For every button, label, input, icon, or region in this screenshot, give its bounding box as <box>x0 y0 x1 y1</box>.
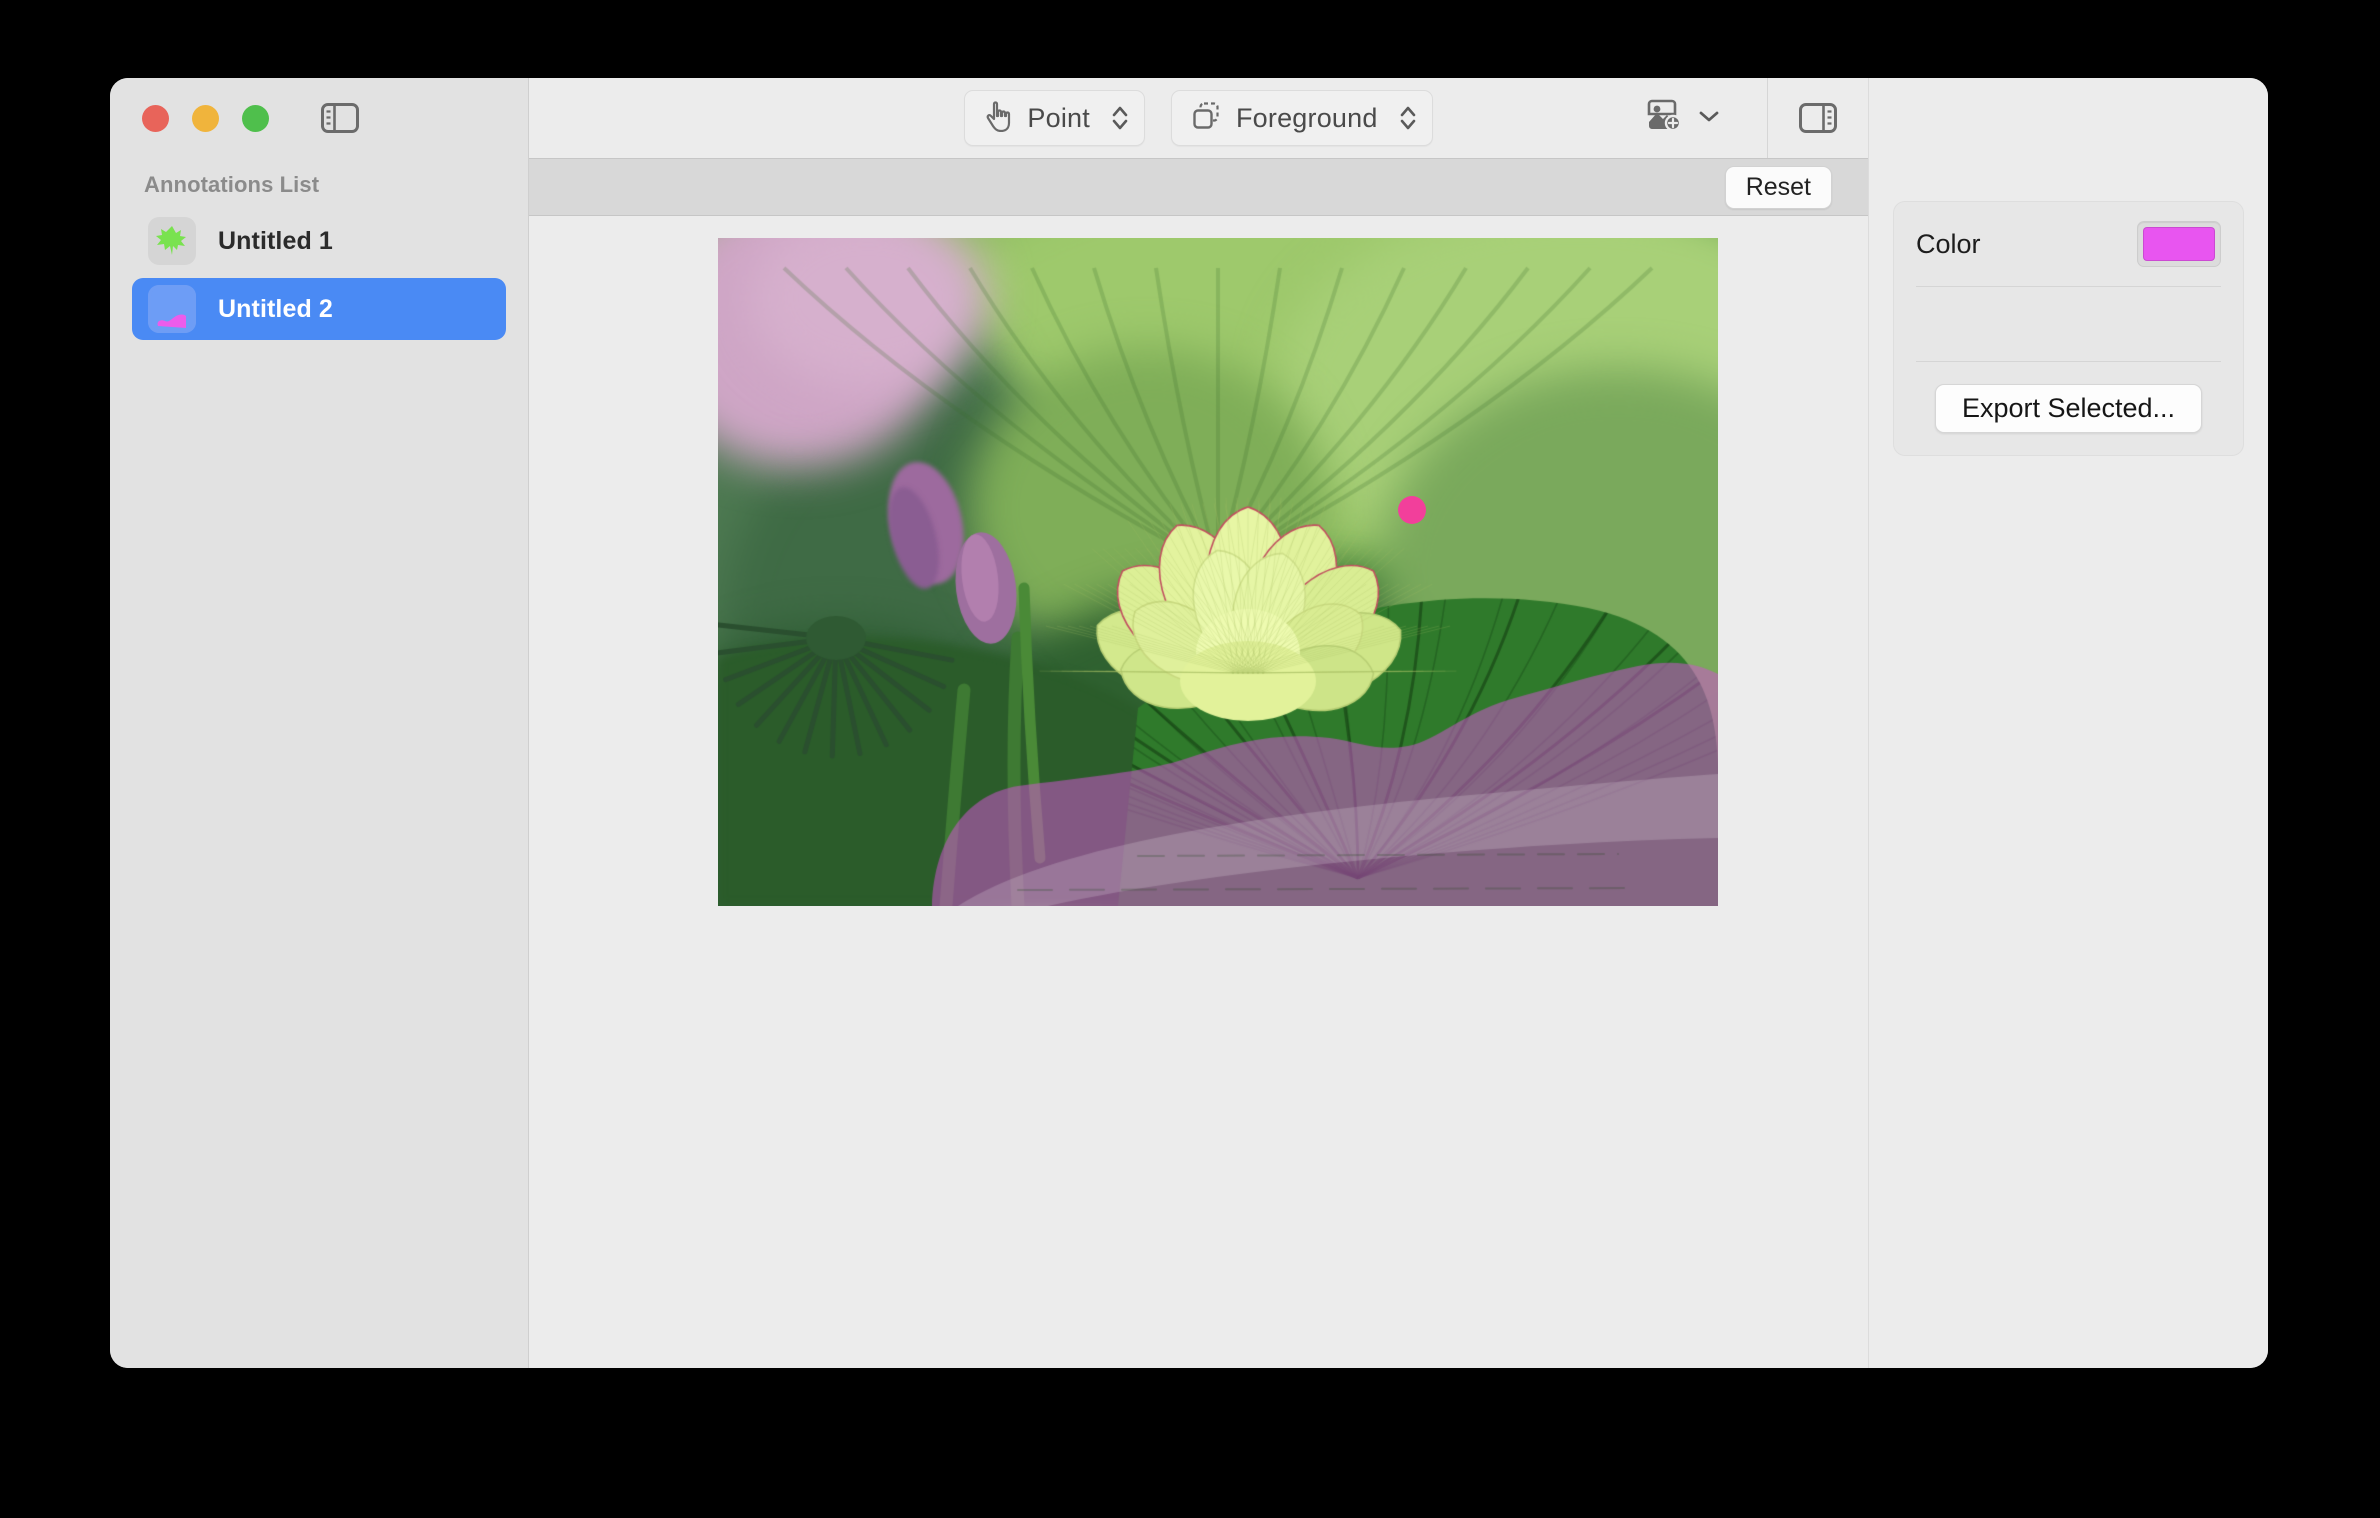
canvas-area[interactable] <box>529 216 1868 1368</box>
annotations-list-header: Annotations List <box>144 172 320 197</box>
sidebar-left-icon[interactable] <box>319 97 361 139</box>
window-titlebar <box>110 78 528 158</box>
color-row: Color <box>1916 202 2221 286</box>
app-window: Annotations List Untitled 1 Untitled 2 P… <box>110 78 2268 1368</box>
export-row: Export Selected... <box>1916 362 2221 433</box>
chevron-updown-icon <box>1398 103 1418 133</box>
photo-canvas <box>718 238 1718 906</box>
reset-button[interactable]: Reset <box>1724 165 1832 209</box>
list-item-label: Untitled 2 <box>218 294 333 323</box>
export-selected-button[interactable]: Export Selected... <box>1934 384 2203 433</box>
inspector-box: Color Export Selected... <box>1893 201 2244 456</box>
zoom-button[interactable] <box>242 104 269 132</box>
color-well[interactable] <box>2137 221 2221 267</box>
annotation-thumbnail <box>148 217 196 265</box>
annotation-thumbnail <box>148 285 196 333</box>
toolbar-right-group <box>1627 78 1868 158</box>
traffic-light-controls[interactable] <box>142 104 269 132</box>
close-button[interactable] <box>142 104 169 132</box>
inspector-spacer <box>1916 287 2221 361</box>
inspector-titlebar <box>1869 78 2268 158</box>
image-add-icon <box>1645 98 1685 139</box>
target-popup-button[interactable]: Foreground <box>1170 90 1433 146</box>
list-item[interactable]: Untitled 1 <box>132 210 506 272</box>
sidebar-right-icon[interactable] <box>1768 103 1868 133</box>
list-item-label: Untitled 1 <box>218 226 333 255</box>
main-content: Point Foreground Reset <box>529 78 1868 1368</box>
point-marker[interactable] <box>1398 496 1426 524</box>
list-item[interactable]: Untitled 2 <box>132 278 506 340</box>
minimize-button[interactable] <box>192 104 219 132</box>
chevron-updown-icon <box>1110 103 1130 133</box>
color-swatch[interactable] <box>2143 227 2215 261</box>
mode-popup-button[interactable]: Point <box>964 90 1145 146</box>
hand-point-icon <box>983 100 1013 137</box>
annotations-list: Untitled 1 Untitled 2 <box>110 206 528 340</box>
add-image-button[interactable] <box>1627 98 1739 139</box>
chevron-down-icon <box>1697 108 1721 129</box>
inspector-panel: Color Export Selected... <box>1868 78 2268 1368</box>
target-popup-label: Foreground <box>1235 102 1378 133</box>
color-label: Color <box>1916 228 1981 259</box>
toolbar: Point Foreground <box>529 78 1868 158</box>
mode-popup-label: Point <box>1027 102 1090 133</box>
layers-copy-icon <box>1190 100 1222 137</box>
lotus-flower-photo[interactable] <box>718 238 1718 906</box>
reset-bar: Reset <box>529 158 1868 216</box>
sidebar: Annotations List Untitled 1 Untitled 2 <box>110 78 529 1368</box>
